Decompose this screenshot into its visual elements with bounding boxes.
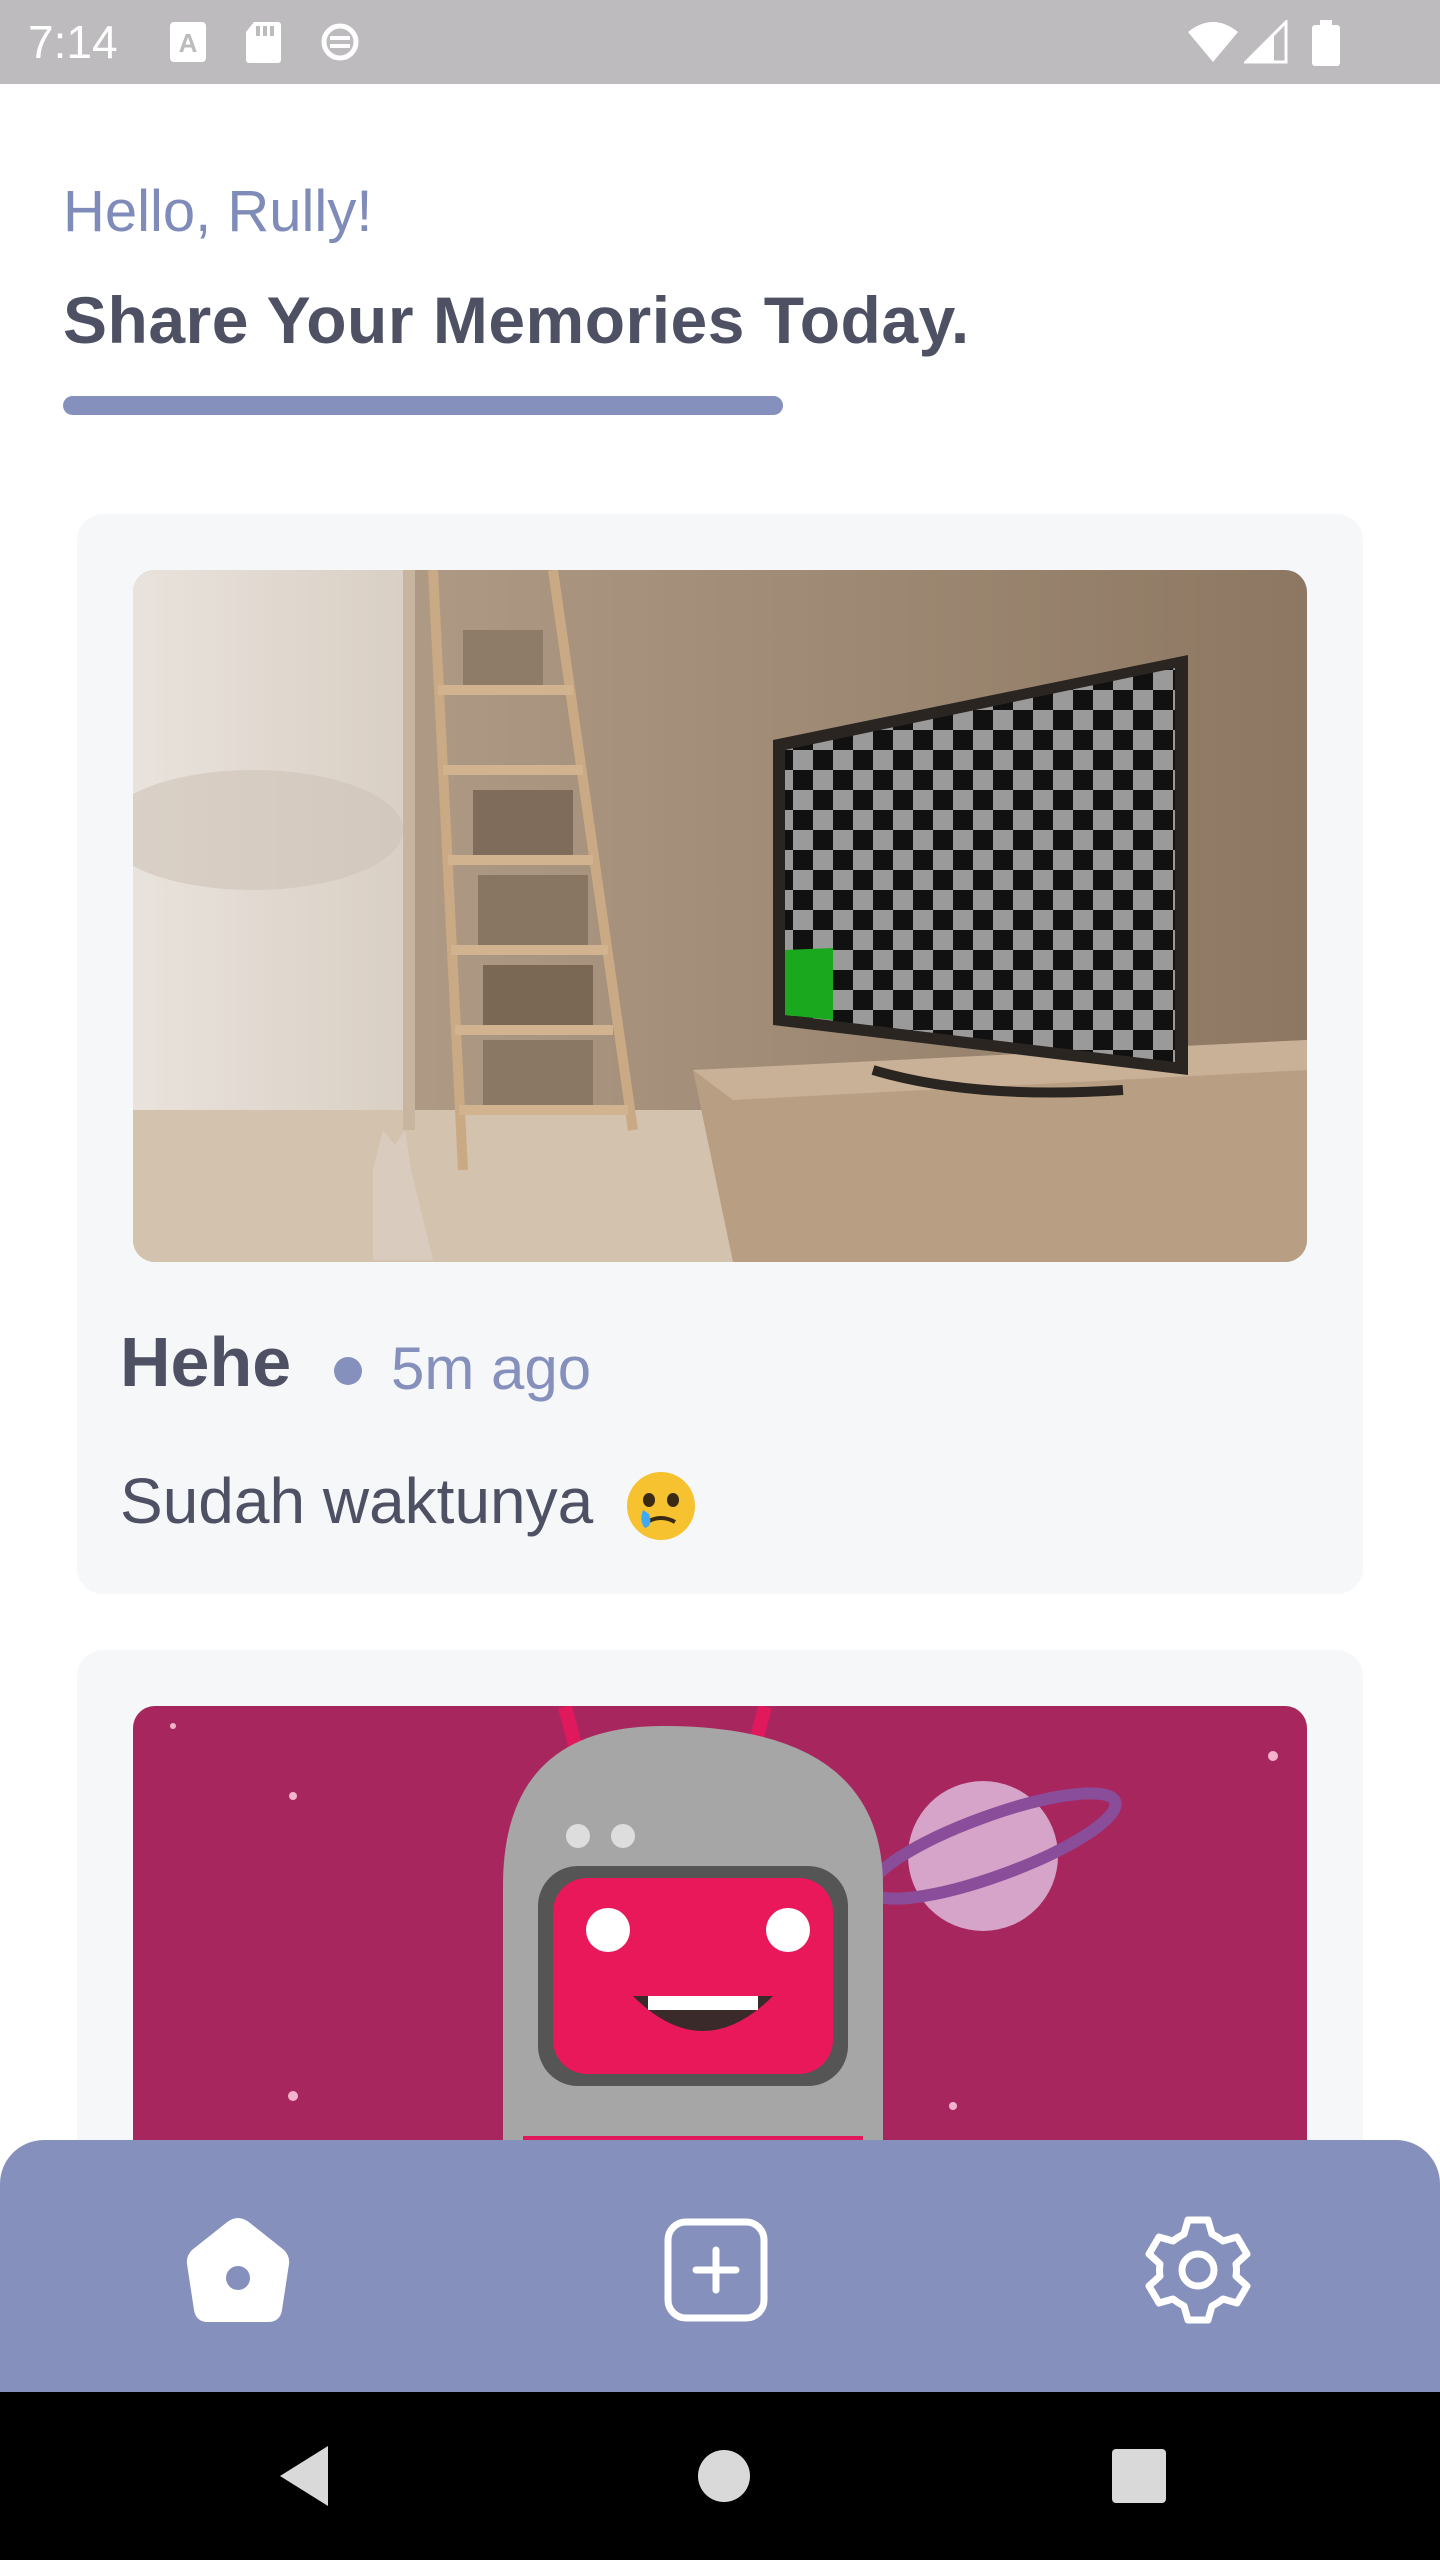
memory-card[interactable]: Hehe 5m ago Sudah waktunya	[77, 514, 1363, 1594]
font-icon: A	[170, 22, 206, 62]
status-bar: 7:14 A	[0, 0, 1440, 84]
nav-settings-button[interactable]	[1138, 2210, 1258, 2330]
nav-home-button[interactable]	[178, 2210, 298, 2330]
post-timestamp: 5m ago	[391, 1335, 592, 1402]
settings-icon	[1145, 2216, 1251, 2324]
memory-photo	[133, 570, 1307, 1262]
nav-add-post-button[interactable]	[656, 2210, 776, 2330]
home-icon	[186, 2218, 290, 2322]
data-saver-icon	[321, 23, 359, 61]
add-post-icon	[664, 2218, 768, 2322]
sd-card-icon	[246, 22, 281, 63]
post-caption-text: Sudah waktunya	[120, 1465, 594, 1537]
back-icon[interactable]	[270, 2436, 340, 2516]
cell-signal-icon	[1244, 20, 1288, 64]
status-time: 7:14	[28, 16, 118, 68]
face-holding-back-tears-icon	[627, 1472, 695, 1541]
page-title: Share Your Memories Today.	[63, 283, 970, 357]
svg-text:A: A	[179, 28, 198, 58]
header-divider	[63, 396, 783, 415]
living-room-tv-checkerboard-image[interactable]	[133, 570, 1307, 1262]
bottom-navigation	[0, 2140, 1440, 2392]
recents-icon[interactable]	[1104, 2436, 1174, 2516]
post-caption: Sudah waktunya	[120, 1464, 697, 1542]
post-title: Hehe	[120, 1323, 292, 1401]
wifi-icon	[1188, 22, 1238, 62]
greeting-text: Hello, Rully!	[63, 179, 373, 244]
separator-dot	[334, 1357, 362, 1385]
system-navigation-bar	[0, 2392, 1440, 2560]
home-circle-icon[interactable]	[684, 2436, 764, 2516]
battery-icon	[1312, 20, 1340, 66]
